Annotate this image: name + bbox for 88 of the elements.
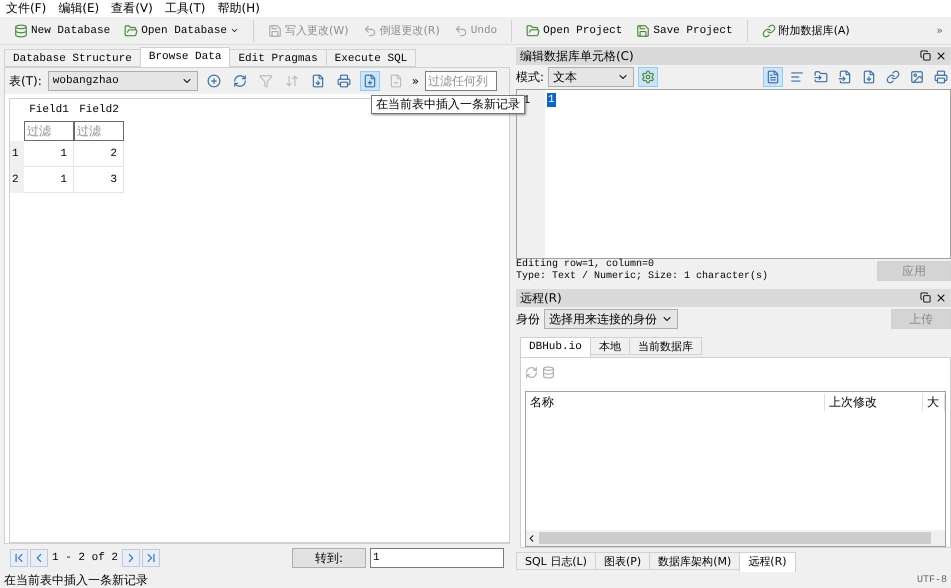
status-message: 在当前表中插入一条新记录 [4, 572, 148, 588]
toolbar-button[interactable]: Save Project [630, 22, 739, 40]
info-text: Type: Text / Numeric; Size: 1 character(s) [516, 271, 768, 283]
mode-label: 模式: [516, 68, 544, 86]
add-record-icon [206, 74, 221, 88]
column-header[interactable]: 名称 [526, 394, 825, 410]
export-icon [310, 74, 325, 88]
image-icon [910, 70, 924, 84]
close-icon[interactable] [935, 50, 947, 62]
column-filter-field[interactable]: 过滤 [74, 121, 124, 141]
column-header[interactable]: 上次修改 [825, 394, 923, 410]
insert-record-icon [362, 74, 377, 88]
menu-item[interactable]: 帮助(H) [214, 0, 268, 17]
menu-item[interactable]: 文件(F) [2, 0, 54, 17]
selected-text: 1 [547, 93, 556, 107]
identity-label: 身份 [516, 310, 540, 328]
undo-icon [454, 24, 468, 38]
column-header[interactable]: 大 [923, 394, 945, 410]
column-filter-field[interactable]: 过滤 [24, 121, 74, 141]
save-icon [636, 24, 650, 38]
previous-page-button[interactable] [30, 549, 48, 567]
panel-title: 编辑数据库单元格(C) [520, 48, 634, 64]
tool-button[interactable] [360, 71, 380, 91]
import-icon [814, 70, 828, 84]
text-mode-icon [766, 70, 780, 84]
folder-icon [124, 24, 138, 38]
export-icon [838, 70, 852, 84]
filter-field[interactable]: 过滤任何列 [425, 71, 498, 91]
save-icon [268, 24, 282, 38]
tab[interactable]: Edit Pragmas [229, 49, 327, 67]
toolbar-button[interactable]: Open Project [520, 22, 628, 40]
tab[interactable]: SQL 日志(L) [516, 552, 596, 570]
toolbar-button[interactable]: New Database [8, 22, 116, 40]
filter-icon [258, 74, 273, 88]
overflow-button[interactable]: » [936, 24, 951, 37]
row-header: 2 [10, 167, 24, 193]
float-icon[interactable] [920, 292, 931, 303]
close-icon[interactable] [935, 292, 947, 304]
menu-item[interactable]: 编辑(E) [54, 0, 108, 17]
tab[interactable]: 本地 [590, 337, 630, 355]
table-select[interactable]: wobangzhao [48, 71, 198, 91]
table-cell: 1 [24, 167, 74, 193]
tab[interactable]: Browse Data [140, 47, 230, 67]
menu-item[interactable]: 查看(V) [107, 0, 161, 17]
tab[interactable]: 图表(P) [594, 552, 650, 570]
link-icon [762, 24, 776, 38]
tab[interactable]: Execute SQL [326, 49, 416, 67]
first-page-button[interactable] [10, 549, 28, 567]
table-label: 表(T): [9, 72, 42, 90]
refresh-icon [232, 74, 247, 88]
overflow-button[interactable]: » [412, 74, 420, 88]
tab[interactable]: 远程(R) [739, 552, 796, 572]
goto-button[interactable]: 转到: [292, 548, 366, 568]
next-page-button[interactable] [122, 549, 140, 567]
tab[interactable]: Database Structure [4, 49, 141, 67]
goto-field[interactable]: 1 [370, 548, 504, 568]
text-mode-button[interactable] [763, 67, 783, 87]
table-cell: 1 [24, 141, 74, 167]
table-cell: 3 [74, 167, 124, 193]
scrollbar[interactable] [526, 530, 945, 546]
identity-select[interactable]: 选择用来连接的身份 [544, 309, 678, 329]
table-cell: 2 [74, 141, 124, 167]
wrap-icon [790, 70, 804, 84]
panel-title: 远程(R) [520, 290, 562, 306]
tooltip: 在当前表中插入一条新记录 [371, 95, 525, 114]
info-text: Editing row=1, column=0 [516, 259, 656, 270]
sort-icon [284, 74, 299, 88]
save-icon [862, 70, 876, 84]
toolbar-button[interactable]: 附加数据库(A) [756, 21, 856, 40]
toolbar-button[interactable]: Open Database [118, 22, 246, 40]
auto-format-button[interactable] [638, 67, 658, 87]
tab[interactable]: 数据库架构(M) [649, 552, 740, 570]
mode-select[interactable]: 文本 [548, 67, 634, 87]
row-header: 1 [10, 141, 24, 167]
menu-item[interactable]: 工具(T) [160, 0, 214, 17]
last-page-button[interactable] [142, 549, 160, 567]
database-icon [14, 24, 28, 38]
link-icon [886, 70, 900, 84]
tab[interactable]: 当前数据库 [628, 337, 702, 355]
folder-icon [526, 24, 540, 38]
page-info: 1 - 2 of 2 [52, 552, 118, 564]
tab[interactable]: DBHub.io [520, 337, 591, 357]
delete-record-icon [388, 74, 403, 88]
print-icon [934, 70, 948, 84]
undo-icon [362, 24, 377, 38]
float-icon[interactable] [920, 50, 931, 61]
print-icon [336, 74, 351, 88]
encoding-label: UTF-8 [916, 574, 947, 586]
